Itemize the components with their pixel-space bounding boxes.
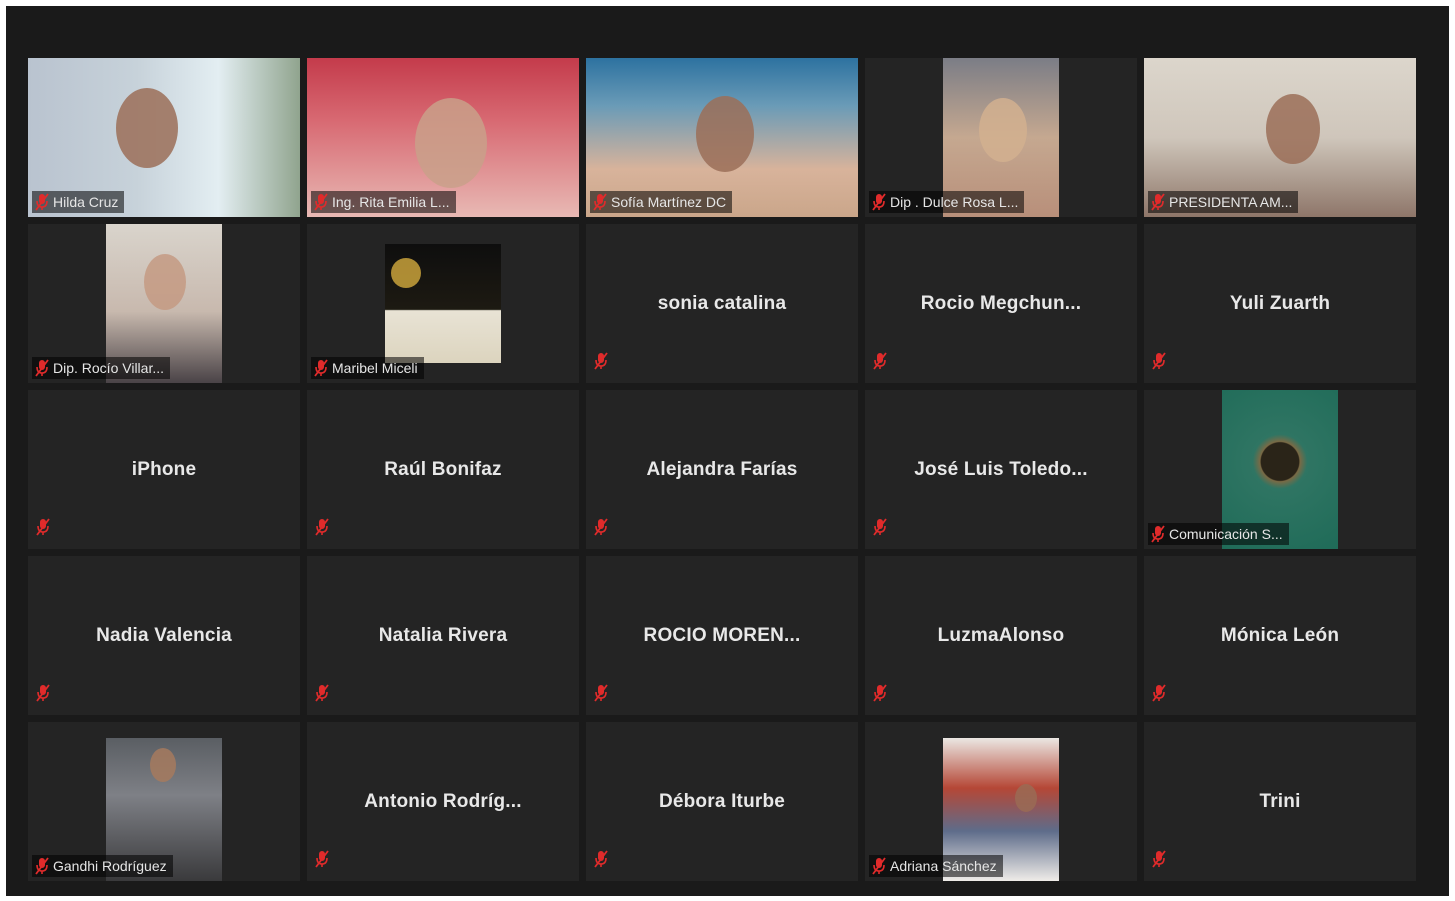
mic-muted-icon	[314, 359, 328, 377]
participant-name: ROCIO MOREN...	[643, 624, 801, 646]
participant-name: Rocio Megchun...	[920, 292, 1082, 314]
mic-muted-icon	[873, 518, 887, 536]
participant-name: sonia catalina	[657, 292, 787, 314]
mic-muted-icon	[873, 352, 887, 370]
participant-tile[interactable]: Nadia Valencia	[28, 556, 300, 715]
participant-tile[interactable]: Adriana Sánchez	[865, 722, 1137, 881]
participant-name: iPhone	[131, 458, 197, 480]
mic-muted-icon	[594, 850, 608, 868]
participant-video	[385, 244, 501, 363]
participant-tile[interactable]: Natalia Rivera	[307, 556, 579, 715]
participant-name: Antonio Rodríg...	[364, 790, 522, 812]
participant-tile[interactable]: LuzmaAlonso	[865, 556, 1137, 715]
participant-tile[interactable]: ROCIO MOREN...	[586, 556, 858, 715]
participant-name-tag: Gandhi Rodríguez	[32, 855, 173, 877]
participant-name: Maribel Miceli	[332, 360, 418, 376]
participant-tile[interactable]: Ing. Rita Emilia L...	[307, 58, 579, 217]
participant-tile[interactable]: Dip. Rocío Villar...	[28, 224, 300, 383]
participant-name: Comunicación S...	[1169, 526, 1283, 542]
participant-name-tag: Comunicación S...	[1148, 523, 1289, 545]
mic-muted-icon	[314, 193, 328, 211]
mic-muted-icon	[1151, 525, 1165, 543]
mic-muted-icon	[1152, 684, 1166, 702]
mic-muted-icon	[594, 684, 608, 702]
participant-name: Natalia Rivera	[378, 624, 508, 646]
mic-muted-icon	[1152, 850, 1166, 868]
participant-name-tag: PRESIDENTA AM...	[1148, 191, 1299, 213]
mic-muted-icon	[594, 518, 608, 536]
participant-tile[interactable]: Antonio Rodríg...	[307, 722, 579, 881]
mic-muted-icon	[315, 684, 329, 702]
participant-name: Trini	[1259, 790, 1301, 812]
mic-muted-icon	[1152, 352, 1166, 370]
mic-muted-icon	[35, 193, 49, 211]
participant-name: LuzmaAlonso	[937, 624, 1065, 646]
mic-muted-icon	[36, 518, 50, 536]
participant-tile[interactable]: Raúl Bonifaz	[307, 390, 579, 549]
participant-name: Mónica León	[1220, 624, 1340, 646]
mic-muted-icon	[315, 850, 329, 868]
participant-name: Alejandra Farías	[646, 458, 798, 480]
participant-tile[interactable]: sonia catalina	[586, 224, 858, 383]
participant-tile[interactable]: Comunicación S...	[1144, 390, 1416, 549]
participant-tile[interactable]: José Luis Toledo...	[865, 390, 1137, 549]
participant-name-tag: Dip . Dulce Rosa L...	[869, 191, 1025, 213]
participant-name: Hilda Cruz	[53, 194, 119, 210]
participant-tile[interactable]: Rocio Megchun...	[865, 224, 1137, 383]
mic-muted-icon	[35, 857, 49, 875]
participant-name: Adriana Sánchez	[890, 858, 997, 874]
participant-tile[interactable]: Trini	[1144, 722, 1416, 881]
participant-tile[interactable]: PRESIDENTA AM...	[1144, 58, 1416, 217]
participant-tile[interactable]: Gandhi Rodríguez	[28, 722, 300, 881]
participant-name: Gandhi Rodríguez	[53, 858, 167, 874]
participant-tile[interactable]: Alejandra Farías	[586, 390, 858, 549]
participant-tile[interactable]: iPhone	[28, 390, 300, 549]
participant-name: Ing. Rita Emilia L...	[332, 194, 450, 210]
participant-tile[interactable]: Hilda Cruz	[28, 58, 300, 217]
participant-grid: Hilda Cruz Ing. Rita Emilia L... Sofía M…	[28, 58, 1416, 881]
participant-name: Dip . Dulce Rosa L...	[890, 194, 1019, 210]
participant-tile[interactable]: Sofía Martínez DC	[586, 58, 858, 217]
participant-tile[interactable]: Débora Iturbe	[586, 722, 858, 881]
participant-name: Dip. Rocío Villar...	[53, 360, 165, 376]
participant-name: Sofía Martínez DC	[611, 194, 727, 210]
participant-name: Yuli Zuarth	[1229, 292, 1331, 314]
participant-tile[interactable]: Mónica León	[1144, 556, 1416, 715]
participant-name: Nadia Valencia	[96, 624, 232, 646]
mic-muted-icon	[593, 193, 607, 211]
mic-muted-icon	[315, 518, 329, 536]
meeting-window: Hilda Cruz Ing. Rita Emilia L... Sofía M…	[6, 6, 1449, 896]
participant-name: Débora Iturbe	[658, 790, 786, 812]
participant-name: José Luis Toledo...	[914, 458, 1088, 480]
participant-name-tag: Adriana Sánchez	[869, 855, 1003, 877]
participant-name: Raúl Bonifaz	[384, 458, 502, 480]
participant-tile[interactable]: Maribel Miceli	[307, 224, 579, 383]
participant-name: PRESIDENTA AM...	[1169, 194, 1293, 210]
participant-tile[interactable]: Dip . Dulce Rosa L...	[865, 58, 1137, 217]
mic-muted-icon	[872, 857, 886, 875]
mic-muted-icon	[36, 684, 50, 702]
mic-muted-icon	[1151, 193, 1165, 211]
participant-tile[interactable]: Yuli Zuarth	[1144, 224, 1416, 383]
participant-name-tag: Ing. Rita Emilia L...	[311, 191, 456, 213]
participant-name-tag: Hilda Cruz	[32, 191, 125, 213]
participant-name-tag: Dip. Rocío Villar...	[32, 357, 171, 379]
mic-muted-icon	[594, 352, 608, 370]
mic-muted-icon	[873, 684, 887, 702]
mic-muted-icon	[872, 193, 886, 211]
participant-name-tag: Maribel Miceli	[311, 357, 424, 379]
participant-name-tag: Sofía Martínez DC	[590, 191, 733, 213]
mic-muted-icon	[35, 359, 49, 377]
